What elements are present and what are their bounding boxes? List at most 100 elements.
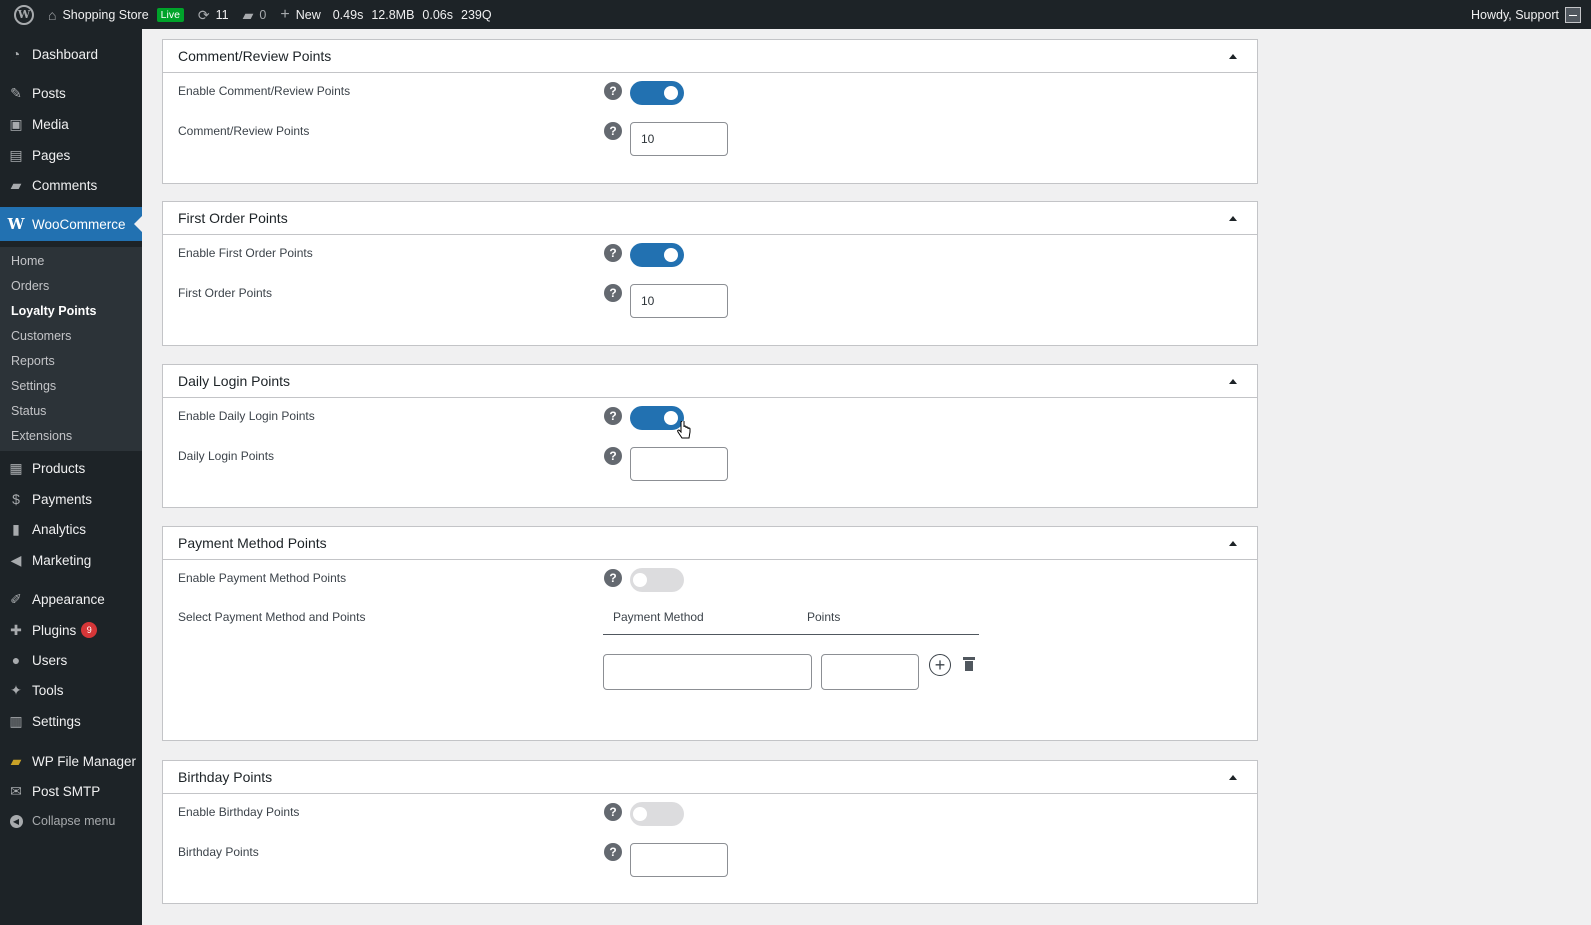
menu-item-tools[interactable]: ✦ Tools <box>0 675 142 705</box>
add-row-icon[interactable]: + <box>929 654 951 676</box>
enable-comment-points-toggle[interactable] <box>630 81 684 105</box>
avatar <box>1565 6 1581 23</box>
enable-first-order-points-toggle[interactable] <box>630 243 684 267</box>
submenu-home[interactable]: Home <box>11 254 44 268</box>
submenu-customers[interactable]: Customers <box>11 329 71 343</box>
site-name-link[interactable]: ⌂ Shopping Store Live <box>41 0 191 29</box>
comments-link[interactable]: ▰ 0 <box>236 0 274 29</box>
site-name: Shopping Store <box>62 7 149 22</box>
wordpress-logo-button[interactable]: W <box>0 0 41 29</box>
help-icon[interactable]: ? <box>604 843 622 861</box>
menu-item-label: Tools <box>32 682 64 698</box>
collapse-arrow-icon[interactable] <box>1229 53 1237 59</box>
memory-usage: 12.8MB <box>371 7 415 22</box>
panel-header[interactable]: Birthday Points <box>163 761 1257 794</box>
payment-method-table-header: Payment Method Points <box>603 610 979 635</box>
first-order-points-input[interactable] <box>630 284 728 318</box>
help-icon[interactable]: ? <box>604 284 622 302</box>
menu-item-appearance[interactable]: ✐ Appearance <box>0 584 142 614</box>
menu-item-label: Post SMTP <box>32 783 101 799</box>
account-menu[interactable]: Howdy, Support <box>1471 6 1591 23</box>
help-icon[interactable]: ? <box>604 447 622 465</box>
admin-sidebar: ◔ Dashboard ✎ Posts ▣ Media ▤ Pages ▰ Co… <box>0 29 142 925</box>
page-time: 0.49s <box>332 7 364 22</box>
hand-cursor-icon <box>677 421 691 439</box>
panel-comment-review-points: Comment/Review Points Enable Comment/Rev… <box>162 39 1258 184</box>
help-icon[interactable]: ? <box>604 803 622 821</box>
menu-item-label: WooCommerce <box>32 216 126 232</box>
comment-points-input[interactable] <box>630 122 728 156</box>
panel-title: Comment/Review Points <box>178 48 332 64</box>
setting-row: Birthday Points ? <box>178 843 1242 885</box>
submenu-extensions[interactable]: Extensions <box>11 429 72 443</box>
panel-header[interactable]: Comment/Review Points <box>163 40 1257 73</box>
help-icon[interactable]: ? <box>604 82 622 100</box>
submenu-loyalty-points[interactable]: Loyalty Points <box>11 304 96 318</box>
menu-item-label: Comments <box>32 177 98 193</box>
help-icon[interactable]: ? <box>604 244 622 262</box>
help-icon[interactable]: ? <box>604 569 622 587</box>
updates-count: 11 <box>215 7 229 22</box>
payment-method-input[interactable] <box>603 654 812 690</box>
menu-item-users[interactable]: ● Users <box>0 645 142 675</box>
menu-item-products[interactable]: ▦ Products <box>0 453 142 483</box>
collapse-arrow-icon[interactable] <box>1229 540 1237 546</box>
wrench-icon: ✦ <box>10 681 22 698</box>
dashboard-icon: ◔ <box>11 46 21 62</box>
plus-icon: + <box>280 5 290 23</box>
query-count: 239Q <box>461 7 492 22</box>
setting-row: Comment/Review Points ? <box>178 122 1242 164</box>
menu-item-posts[interactable]: ✎ Posts <box>0 78 142 108</box>
menu-item-post-smtp[interactable]: ✉ Post SMTP <box>0 776 142 806</box>
admin-bar: W ⌂ Shopping Store Live ⟳ 11 ▰ 0 + New 0… <box>0 0 1591 29</box>
comment-icon: ▰ <box>10 176 22 193</box>
collapse-menu-button[interactable]: ◀ Collapse menu <box>0 806 142 836</box>
woocommerce-icon: W <box>7 215 25 233</box>
birthday-points-input[interactable] <box>630 843 728 877</box>
menu-item-analytics[interactable]: ▮ Analytics <box>0 514 142 544</box>
collapse-arrow-icon[interactable] <box>1229 774 1237 780</box>
megaphone-icon: ◀ <box>10 551 22 568</box>
trash-icon[interactable] <box>963 657 975 671</box>
woocommerce-submenu: Home Orders Loyalty Points Customers Rep… <box>0 247 142 451</box>
enable-first-order-points-label: Enable First Order Points <box>178 246 313 260</box>
menu-item-settings[interactable]: ▥ Settings <box>0 706 142 736</box>
plug-icon: ✚ <box>10 621 22 638</box>
help-icon[interactable]: ? <box>604 407 622 425</box>
new-content-link[interactable]: + New <box>273 0 327 29</box>
setting-row: Select Payment Method and Points Payment… <box>178 610 1242 720</box>
daily-login-points-label: Daily Login Points <box>178 449 275 463</box>
menu-item-media[interactable]: ▣ Media <box>0 109 142 139</box>
menu-item-pages[interactable]: ▤ Pages <box>0 140 142 170</box>
menu-item-plugins[interactable]: ✚ Plugins 9 <box>0 615 142 645</box>
pin-icon: ✎ <box>10 84 22 101</box>
setting-row: Enable Payment Method Points ? <box>178 568 1242 601</box>
submenu-orders[interactable]: Orders <box>11 279 49 293</box>
panel-header[interactable]: Daily Login Points <box>163 365 1257 398</box>
enable-birthday-points-toggle[interactable] <box>630 802 684 826</box>
menu-item-label: Settings <box>32 713 81 729</box>
submenu-reports[interactable]: Reports <box>11 354 55 368</box>
query-monitor-stats[interactable]: 0.49s 12.8MB 0.06s 239Q <box>328 8 497 22</box>
menu-item-payments[interactable]: $ Payments <box>0 484 142 514</box>
payments-icon: $ <box>12 491 20 507</box>
menu-item-comments[interactable]: ▰ Comments <box>0 170 142 200</box>
collapse-arrow-icon[interactable] <box>1229 215 1237 221</box>
menu-item-marketing[interactable]: ◀ Marketing <box>0 545 142 575</box>
updates-link[interactable]: ⟳ 11 <box>191 0 236 29</box>
daily-login-points-input[interactable] <box>630 447 728 481</box>
help-icon[interactable]: ? <box>604 122 622 140</box>
select-payment-method-label: Select Payment Method and Points <box>178 610 366 624</box>
menu-item-woocommerce[interactable]: W WooCommerce <box>0 207 142 241</box>
submenu-status[interactable]: Status <box>11 404 46 418</box>
menu-item-wp-file-manager[interactable]: ▰ WP File Manager <box>0 746 142 776</box>
menu-item-dashboard[interactable]: ◔ Dashboard <box>0 39 142 69</box>
enable-payment-method-points-toggle[interactable] <box>630 568 684 592</box>
comments-count: 0 <box>259 7 267 22</box>
menu-item-label: Collapse menu <box>32 814 116 828</box>
collapse-arrow-icon[interactable] <box>1229 378 1237 384</box>
panel-header[interactable]: Payment Method Points <box>163 527 1257 560</box>
submenu-settings[interactable]: Settings <box>11 379 56 393</box>
panel-header[interactable]: First Order Points <box>163 202 1257 235</box>
payment-points-input[interactable] <box>821 654 919 690</box>
